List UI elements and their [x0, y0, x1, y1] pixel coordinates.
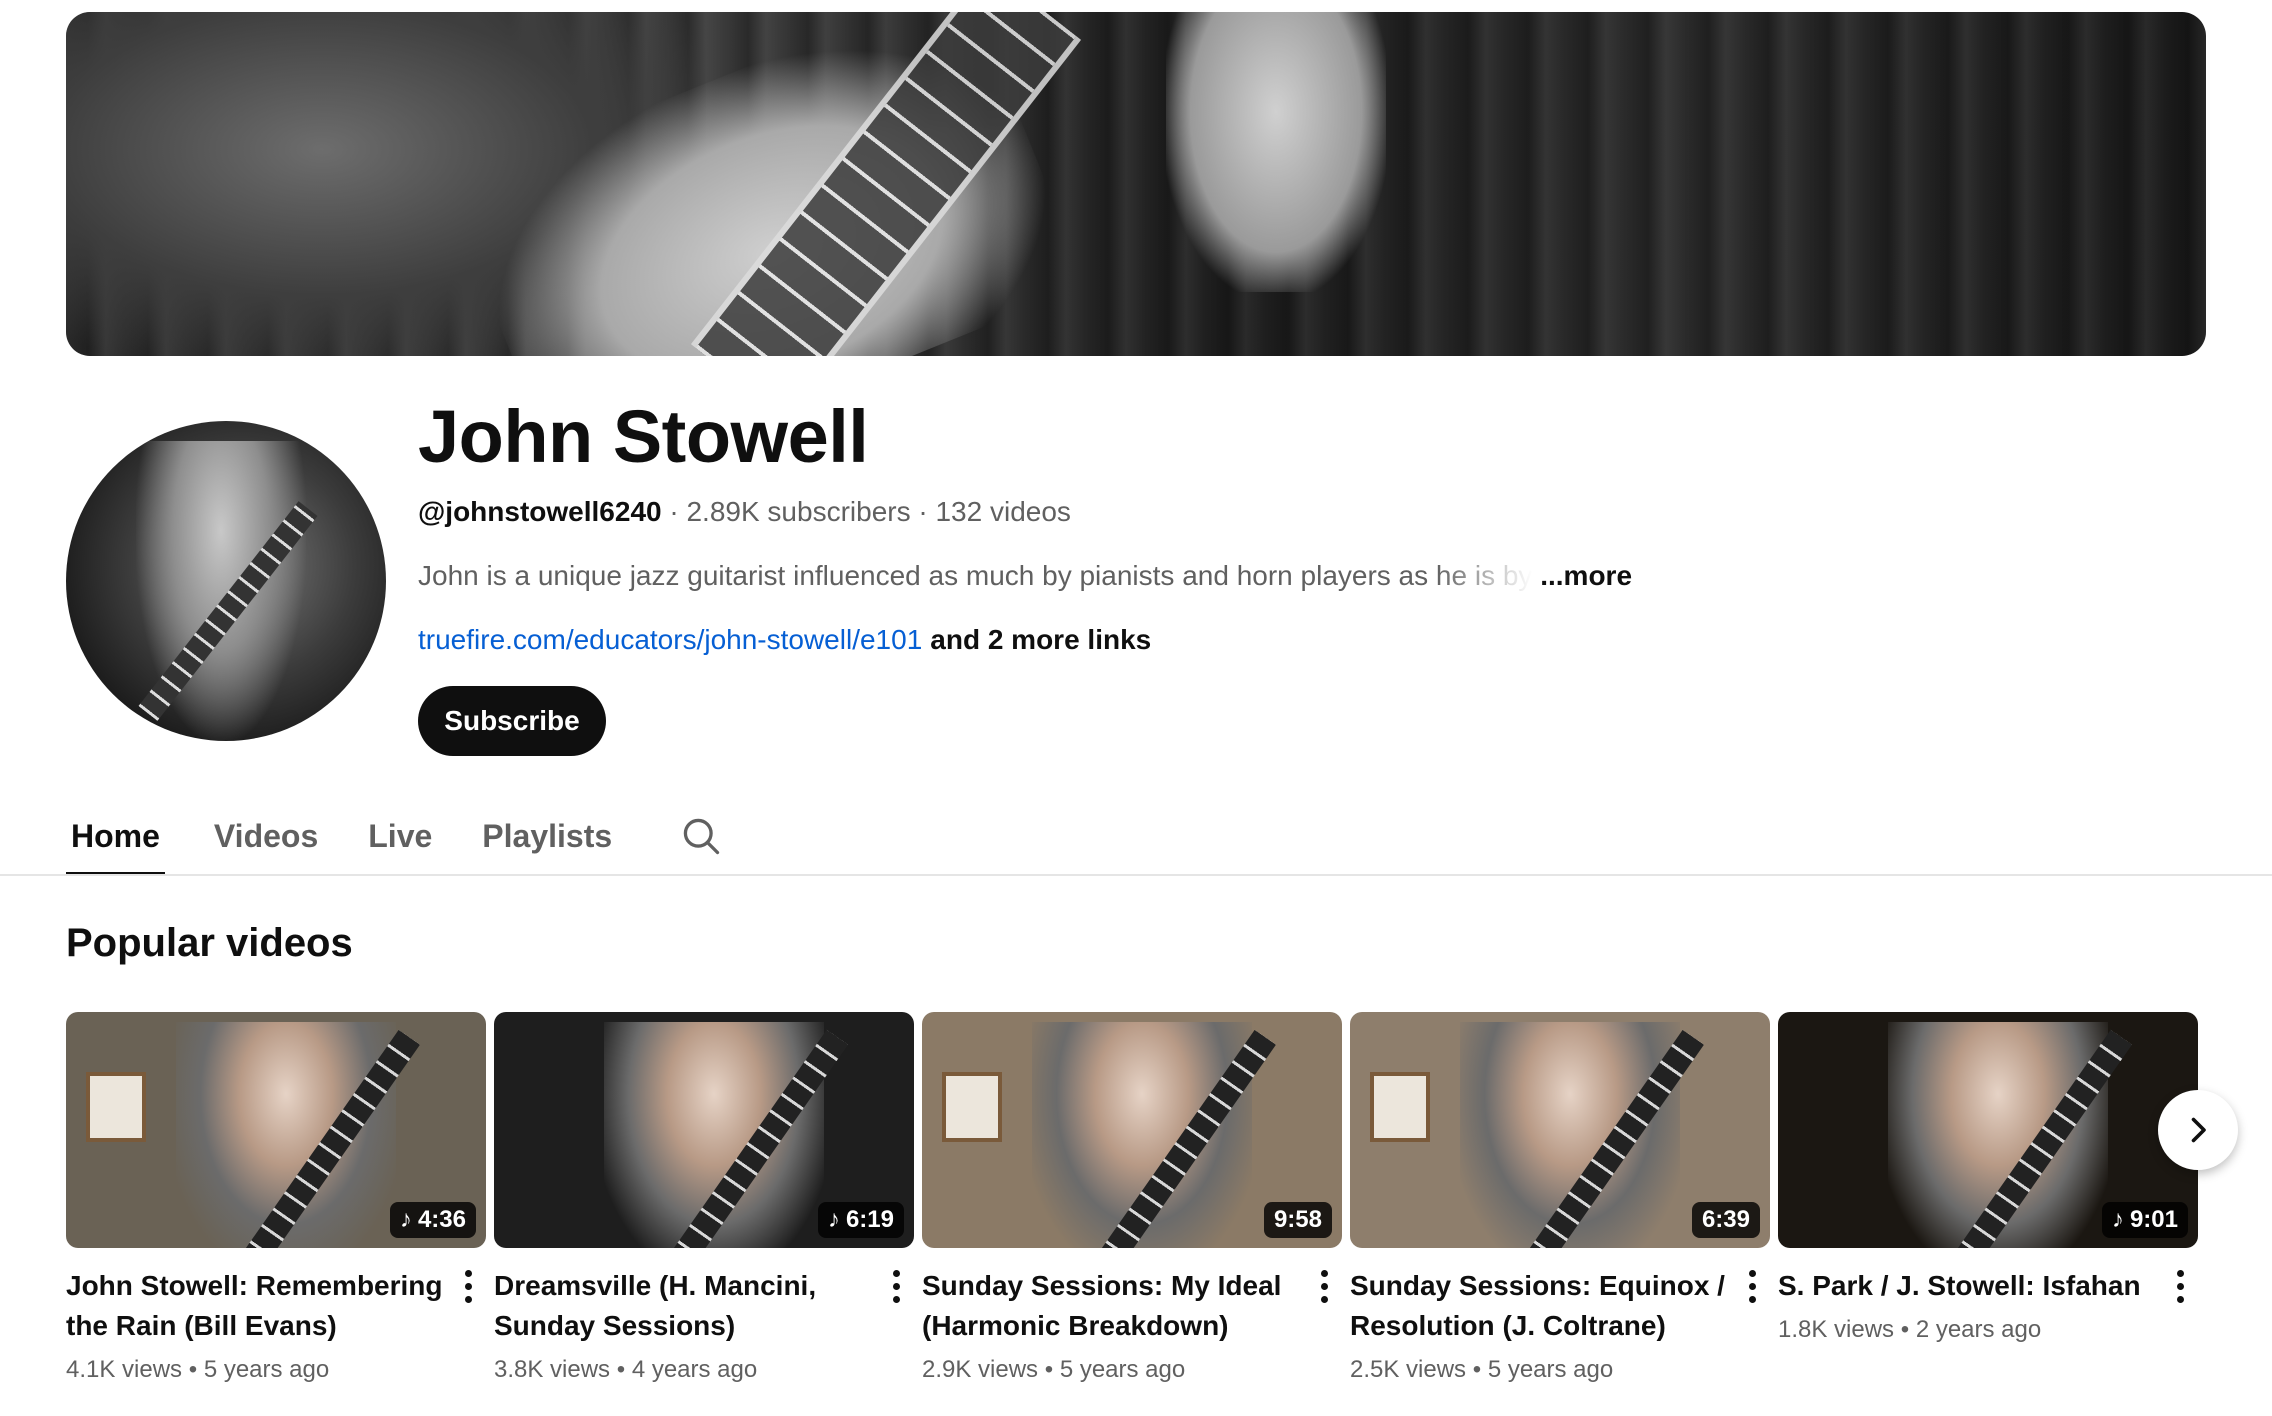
channel-tabs: Home Videos Live Playlists [66, 796, 725, 876]
tab-videos[interactable]: Videos [209, 796, 323, 876]
duration-badge: ♪ 6:19 [817, 1202, 904, 1238]
channel-link[interactable]: truefire.com/educators/john-stowell/e101 [418, 624, 922, 655]
channel-banner [66, 12, 2206, 356]
duration-text: 6:39 [1701, 1206, 1750, 1233]
stats-separator: • [1466, 1356, 1488, 1383]
video-views: 2.5K views [1350, 1356, 1467, 1383]
description-faded-text: he is by [1435, 560, 1533, 591]
meta-separator: · [661, 496, 687, 527]
video-thumbnail[interactable]: 6:39 [1350, 1012, 1770, 1248]
video-stats: 4.1K views • 5 years ago [66, 1350, 446, 1390]
more-options-icon[interactable] [456, 1266, 480, 1306]
tabs-divider [0, 874, 2272, 876]
chevron-right-icon [2191, 1117, 2206, 1143]
video-thumbnail[interactable]: ♪ 6:19 [494, 1012, 914, 1248]
tab-playlists[interactable]: Playlists [477, 796, 617, 876]
music-note-icon: ♪ [399, 1206, 412, 1233]
channel-links: truefire.com/educators/john-stowell/e101… [418, 622, 1151, 658]
channel-avatar[interactable] [66, 421, 386, 741]
video-age: 5 years ago [203, 1356, 330, 1383]
duration-text: 4:36 [417, 1206, 466, 1233]
duration-badge: ♪ 4:36 [389, 1202, 476, 1238]
video-info: Sunday Sessions: My Ideal (Harmonic Brea… [922, 1266, 1342, 1390]
music-note-icon: ♪ [827, 1206, 840, 1233]
video-card[interactable]: ♪ 9:01 S. Park / J. Stowell: Isfahan 1.8K… [1778, 1012, 2198, 1350]
channel-meta: @johnstowell6240 · 2.89K subscribers · 1… [418, 494, 1071, 530]
section-title: Popular videos [66, 921, 353, 965]
duration-badge: 6:39 [1691, 1202, 1760, 1238]
banner-image-hand [1166, 12, 1386, 292]
stats-separator: • [1894, 1316, 1916, 1343]
video-views: 1.8K views [1778, 1316, 1895, 1343]
subscriber-count: 2.89K subscribers [686, 496, 911, 527]
more-links-button[interactable]: and 2 more links [930, 624, 1151, 655]
video-count: 132 videos [935, 496, 1071, 527]
video-info: John Stowell: Remembering the Rain (Bill… [66, 1266, 486, 1390]
subscribe-button[interactable]: Subscribe [418, 686, 606, 756]
more-options-icon[interactable] [884, 1266, 908, 1306]
video-card[interactable]: 9:58 Sunday Sessions: My Ideal (Harmonic… [922, 1012, 1342, 1390]
stats-separator: • [610, 1356, 632, 1383]
video-title[interactable]: Dreamsville (H. Mancini, Sunday Sessions… [494, 1266, 874, 1346]
duration-badge: ♪ 9:01 [2101, 1202, 2188, 1238]
video-stats: 3.8K views • 4 years ago [494, 1350, 874, 1390]
thumbnail-picture-frame [942, 1072, 1002, 1142]
duration-text: 6:19 [845, 1206, 894, 1233]
video-thumbnail[interactable]: 9:58 [922, 1012, 1342, 1248]
video-info: S. Park / J. Stowell: Isfahan 1.8K views… [1778, 1266, 2198, 1350]
more-options-icon[interactable] [1312, 1266, 1336, 1306]
thumbnail-picture-frame [1370, 1072, 1430, 1142]
tab-home[interactable]: Home [66, 796, 165, 876]
video-views: 3.8K views [494, 1356, 611, 1383]
video-age: 5 years ago [1059, 1356, 1186, 1383]
video-views: 2.9K views [922, 1356, 1039, 1383]
video-stats: 2.9K views • 5 years ago [922, 1350, 1302, 1390]
video-age: 2 years ago [1915, 1316, 2042, 1343]
duration-text: 9:01 [2129, 1206, 2178, 1233]
video-card[interactable]: 6:39 Sunday Sessions: Equinox / Resoluti… [1350, 1012, 1770, 1390]
video-title[interactable]: John Stowell: Remembering the Rain (Bill… [66, 1266, 446, 1346]
duration-badge: 9:58 [1263, 1202, 1332, 1238]
duration-text: 9:58 [1273, 1206, 1322, 1233]
description-text: John is a unique jazz guitarist influenc… [418, 560, 1436, 591]
channel-name: John Stowell [418, 395, 869, 478]
meta-separator: · [910, 496, 936, 527]
video-card[interactable]: ♪ 6:19 Dreamsville (H. Mancini, Sunday Se… [494, 1012, 914, 1390]
video-title[interactable]: Sunday Sessions: My Ideal (Harmonic Brea… [922, 1266, 1302, 1346]
description-more-button[interactable]: ...more [1540, 560, 1632, 591]
video-title[interactable]: Sunday Sessions: Equinox / Resolution (J… [1350, 1266, 1730, 1346]
stats-separator: • [1038, 1356, 1060, 1383]
thumbnail-picture-frame [86, 1072, 146, 1142]
video-thumbnail[interactable]: ♪ 9:01 [1778, 1012, 2198, 1248]
tab-live[interactable]: Live [363, 796, 437, 876]
channel-description[interactable]: John is a unique jazz guitarist influenc… [418, 558, 1632, 594]
video-views: 4.1K views [66, 1356, 183, 1383]
video-thumbnail[interactable]: ♪ 4:36 [66, 1012, 486, 1248]
video-info: Sunday Sessions: Equinox / Resolution (J… [1350, 1266, 1770, 1390]
video-card[interactable]: ♪ 4:36 John Stowell: Remembering the Rain… [66, 1012, 486, 1390]
music-note-icon: ♪ [2111, 1206, 2124, 1233]
stats-separator: • [182, 1356, 204, 1383]
video-info: Dreamsville (H. Mancini, Sunday Sessions… [494, 1266, 914, 1390]
video-stats: 1.8K views • 2 years ago [1778, 1310, 2158, 1350]
search-icon[interactable] [677, 812, 725, 860]
video-title[interactable]: S. Park / J. Stowell: Isfahan [1778, 1266, 2158, 1306]
video-age: 4 years ago [631, 1356, 758, 1383]
more-options-icon[interactable] [1740, 1266, 1764, 1306]
shelf-next-button[interactable] [2158, 1090, 2238, 1170]
video-age: 5 years ago [1487, 1356, 1614, 1383]
channel-handle: @johnstowell6240 [418, 496, 662, 527]
more-options-icon[interactable] [2168, 1266, 2192, 1306]
video-stats: 2.5K views • 5 years ago [1350, 1350, 1730, 1390]
